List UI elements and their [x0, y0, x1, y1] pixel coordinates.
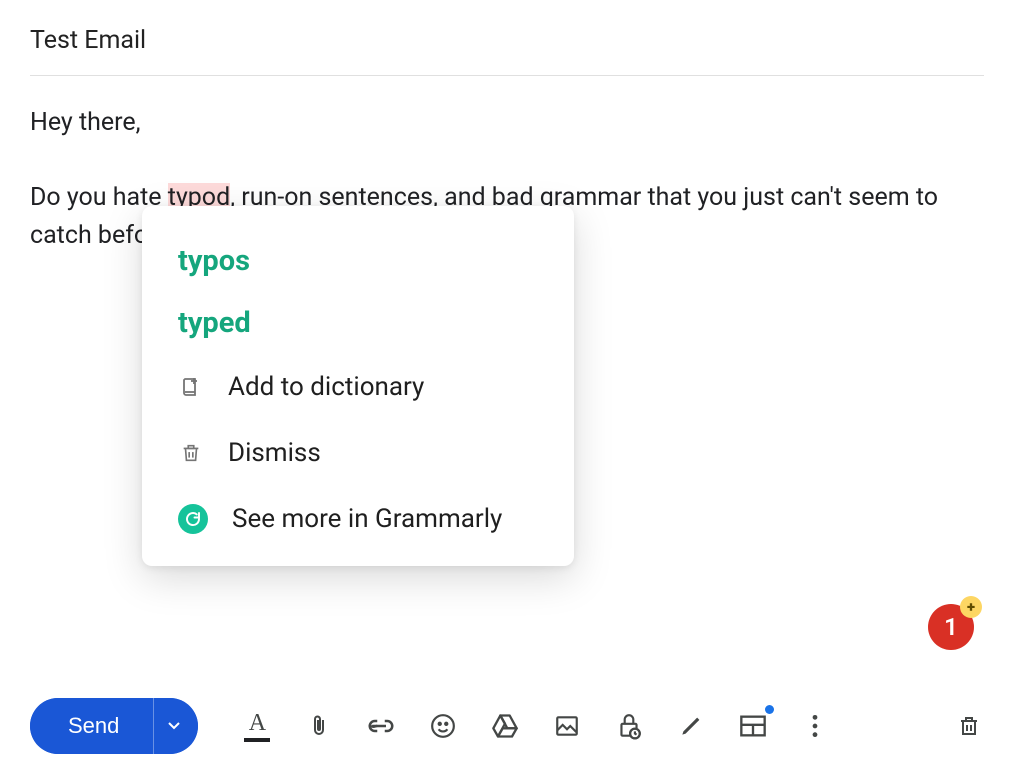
chevron-down-icon: [168, 722, 180, 730]
trash-icon: [957, 712, 981, 740]
discard-draft-button[interactable]: [954, 709, 984, 743]
pen-icon: [678, 713, 704, 739]
add-dictionary-label: Add to dictionary: [228, 372, 424, 402]
grammarly-suggestion-2[interactable]: typed: [142, 292, 574, 354]
emoji-button[interactable]: [428, 709, 458, 743]
send-button-group: Send: [30, 698, 198, 754]
format-button[interactable]: A: [242, 709, 272, 743]
see-more-label: See more in Grammarly: [232, 504, 502, 534]
error-count: 1: [944, 613, 958, 641]
link-icon: [366, 717, 396, 735]
emoji-icon: [430, 713, 456, 739]
notification-dot-icon: [765, 705, 774, 714]
grammarly-see-more[interactable]: See more in Grammarly: [142, 486, 574, 552]
compose-toolbar: Send A: [30, 698, 984, 754]
lock-clock-icon: [616, 712, 642, 740]
dismiss-label: Dismiss: [228, 438, 321, 468]
compose-area: Test Email Hey there, Do you hate typod,…: [0, 0, 1014, 254]
dictionary-add-icon: [178, 374, 204, 400]
grammarly-add-dictionary[interactable]: Add to dictionary: [142, 354, 574, 420]
grammarly-dismiss[interactable]: Dismiss: [142, 420, 574, 486]
layout-button[interactable]: [738, 709, 768, 743]
drive-button[interactable]: [490, 709, 520, 743]
layout-icon: [739, 714, 767, 738]
insert-link-button[interactable]: [366, 709, 396, 743]
insert-image-button[interactable]: [552, 709, 582, 743]
subject-field[interactable]: Test Email: [30, 26, 984, 76]
image-icon: [554, 713, 580, 739]
grammarly-logo-icon: [178, 504, 208, 534]
send-button[interactable]: Send: [30, 698, 153, 754]
send-options-button[interactable]: [154, 698, 198, 754]
error-badge-plus-icon: +: [960, 596, 982, 618]
more-vertical-icon: [811, 713, 819, 739]
paperclip-icon: [307, 712, 331, 740]
trash-icon: [178, 440, 204, 466]
format-text-icon: A: [244, 711, 270, 742]
body-greeting: Hey there,: [30, 104, 984, 142]
drive-icon: [491, 713, 519, 739]
more-options-button[interactable]: [800, 709, 830, 743]
grammarly-suggestion-1[interactable]: typos: [142, 230, 574, 292]
toolbar-icons: A: [242, 709, 830, 743]
attach-button[interactable]: [304, 709, 334, 743]
grammarly-popup: typos typed Add to dictionary: [142, 206, 574, 566]
confidential-mode-button[interactable]: [614, 709, 644, 743]
grammarly-error-badge[interactable]: 1 +: [928, 604, 974, 650]
signature-button[interactable]: [676, 709, 706, 743]
